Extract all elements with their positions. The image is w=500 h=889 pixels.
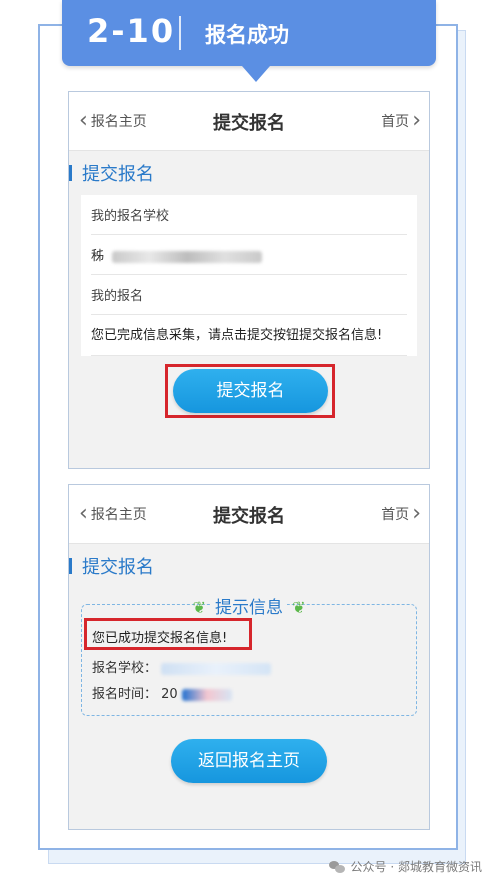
school-value: 秭 [91, 249, 105, 264]
my-registration-label: 我的报名 [91, 289, 144, 304]
nav-title: 提交报名 [213, 506, 285, 527]
nav-home-label: 首页 [381, 507, 410, 523]
step-number: 2-10 [87, 12, 176, 50]
section-accent-bar [69, 558, 72, 574]
time-label: 报名时间： [92, 687, 158, 702]
step-header: 2-10 报名成功 [62, 0, 436, 82]
blurred-school-name [161, 662, 272, 675]
leaf-left-icon: ❦ [192, 598, 206, 617]
time-info: 报名时间： 20 [92, 683, 232, 702]
return-home-button[interactable]: 返回报名主页 [171, 739, 327, 783]
my-registration-row: 我的报名 [91, 275, 407, 315]
section-title: 提交报名 [82, 557, 154, 578]
section-accent-bar [69, 165, 72, 181]
nav-home-label: 首页 [381, 114, 410, 130]
tip-title: 提示信息 [211, 598, 287, 618]
leaf-right-icon: ❦ [292, 598, 306, 617]
nav-home-button[interactable]: 首页 › [381, 110, 421, 132]
school-label: 报名学校： [92, 661, 158, 676]
section-title: 提交报名 [82, 164, 154, 185]
section-header: 提交报名 [69, 151, 429, 195]
nav-bar: ‹ 报名主页 提交报名 首页 › [69, 485, 429, 544]
chevron-right-icon: › [412, 501, 421, 526]
notice-text: 您已完成信息采集，请点击提交按钮提交报名信息! [91, 315, 407, 356]
section-header: 提交报名 [69, 544, 429, 588]
nav-home-button[interactable]: 首页 › [381, 503, 421, 525]
school-value-row: 秭 [91, 235, 407, 275]
chevron-right-icon: › [412, 108, 421, 133]
phone-screen-success: ‹ 报名主页 提交报名 首页 › 提交报名 ❦ 提示信息 ❦ 您已成功提交报名信… [68, 484, 430, 830]
school-info: 报名学校： [92, 657, 272, 676]
school-label-row: 我的报名学校 [91, 195, 407, 235]
submit-area: 提交报名 [69, 356, 429, 446]
school-label: 我的报名学校 [91, 209, 170, 224]
wechat-icon [328, 860, 345, 873]
tip-header: ❦ 提示信息 ❦ [82, 593, 416, 618]
success-message: 您已成功提交报名信息! [92, 631, 228, 646]
header-divider [179, 16, 181, 50]
blurred-time [181, 688, 232, 701]
phone-screen-submit: ‹ 报名主页 提交报名 首页 › 提交报名 我的报名学校 秭 我的报名 您已完成… [68, 91, 430, 469]
nav-bar: ‹ 报名主页 提交报名 首页 › [69, 92, 429, 151]
submit-button[interactable]: 提交报名 [173, 369, 328, 413]
watermark-text: 公众号 · 郯城教育微资讯 [350, 860, 482, 874]
blurred-school-name [112, 250, 263, 263]
registration-card: 我的报名学校 秭 我的报名 您已完成信息采集，请点击提交按钮提交报名信息! [81, 195, 417, 356]
watermark: 公众号 · 郯城教育微资讯 [328, 858, 482, 875]
tip-box: ❦ 提示信息 ❦ 您已成功提交报名信息! 报名学校： 报名时间： 20 [81, 598, 417, 716]
nav-title: 提交报名 [213, 113, 285, 134]
step-title: 报名成功 [205, 23, 289, 47]
time-value: 20 [161, 687, 178, 702]
